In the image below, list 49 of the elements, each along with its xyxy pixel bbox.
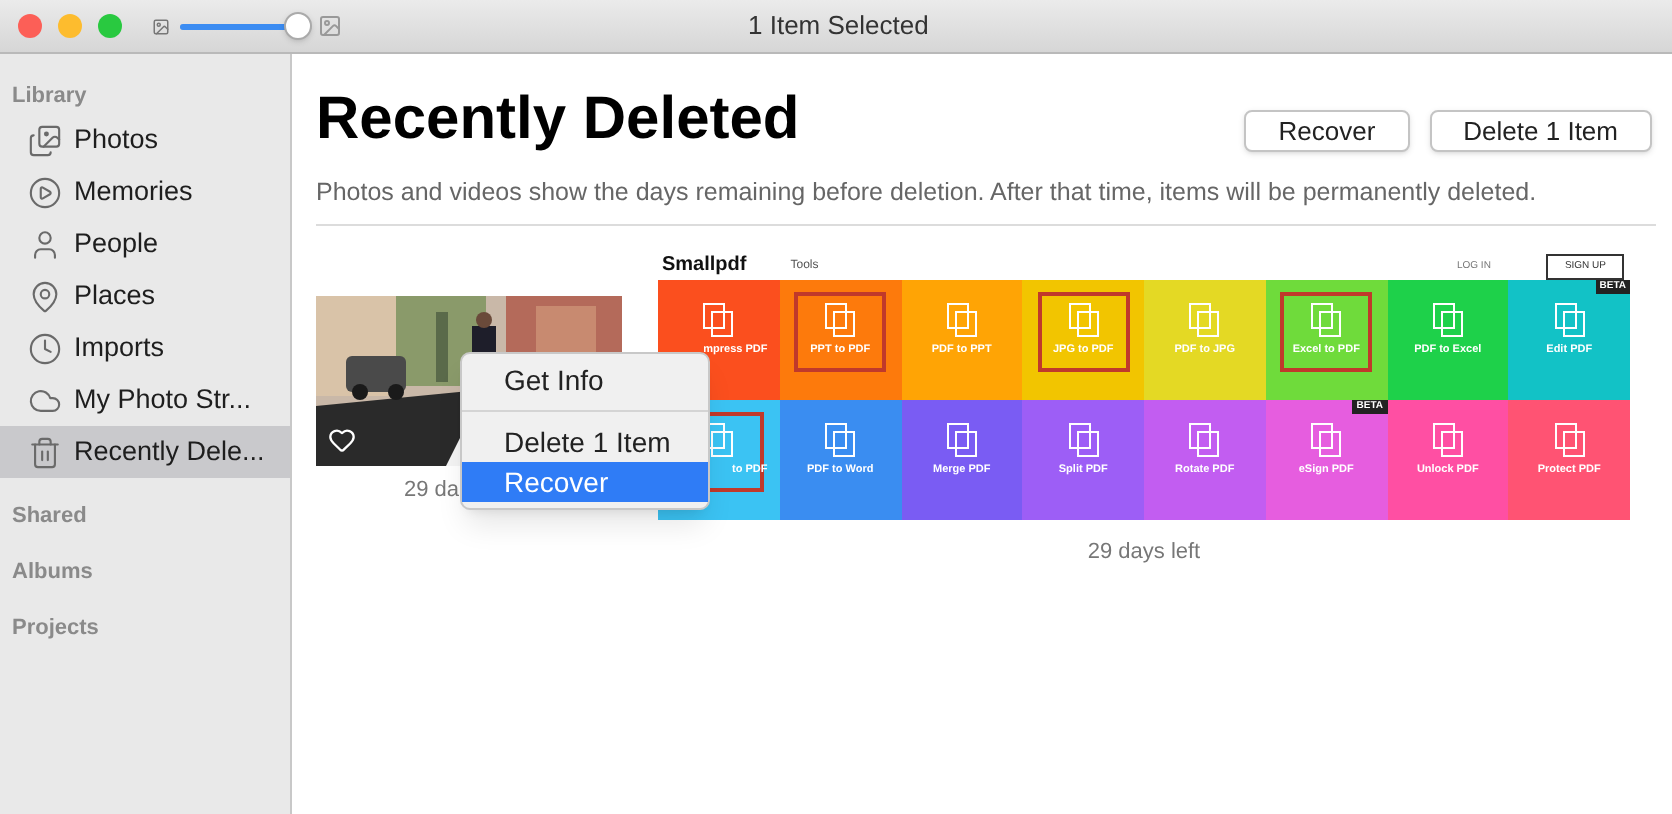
clock-icon xyxy=(28,331,62,365)
zoom-button[interactable] xyxy=(98,14,122,38)
document-icon xyxy=(702,301,735,338)
document-icon xyxy=(1067,301,1100,338)
large-photo-icon xyxy=(318,14,342,38)
delete-button[interactable]: Delete 1 Item xyxy=(1429,110,1652,152)
play-circle-icon xyxy=(28,175,62,209)
document-icon xyxy=(1067,421,1100,458)
recover-button[interactable]: Recover xyxy=(1244,110,1410,152)
pin-icon xyxy=(28,279,62,313)
sidebar-section-header: Shared xyxy=(10,502,89,532)
document-icon xyxy=(1310,421,1343,458)
sidebar-item[interactable]: People xyxy=(0,218,290,270)
description: Photos and videos show the days remaining before deletion. After that time, items will be permanently deleted. xyxy=(316,176,1539,210)
menu-item[interactable]: Get Info xyxy=(462,360,708,400)
sidebar-section-header: Albums xyxy=(10,558,95,588)
document-icon xyxy=(1553,421,1586,458)
person-icon xyxy=(28,227,62,261)
trash-icon xyxy=(28,435,62,469)
zoom-slider[interactable] xyxy=(180,12,312,40)
sidebar-item[interactable]: Photos xyxy=(0,114,290,166)
sidebar-item[interactable]: Imports xyxy=(0,322,290,374)
document-icon xyxy=(1188,301,1221,338)
photos-icon xyxy=(28,123,62,157)
window-title: 1 Item Selected xyxy=(748,8,929,45)
sidebar-item[interactable]: My Photo Str... xyxy=(0,374,290,426)
sidebar-item[interactable]: Places xyxy=(0,270,290,322)
document-icon xyxy=(1431,421,1464,458)
page-title: Recently Deleted xyxy=(316,84,800,156)
sidebar-item[interactable]: Memories xyxy=(0,166,290,218)
site-logo: Smallpdf xyxy=(662,256,747,277)
document-icon xyxy=(824,421,857,458)
sidebar-item[interactable]: Recently Dele... xyxy=(0,426,290,478)
menu-item[interactable]: Delete 1 Item xyxy=(462,422,708,462)
menu-item[interactable]: Recover xyxy=(462,462,708,502)
document-icon xyxy=(945,421,978,458)
heart-icon[interactable] xyxy=(328,425,356,454)
document-icon xyxy=(1188,421,1221,458)
document-icon xyxy=(945,301,978,338)
document-icon xyxy=(824,301,857,338)
sidebar-section-header: Library xyxy=(10,82,89,112)
small-photo-icon xyxy=(152,17,170,35)
days-left-label: 29 days left xyxy=(1087,537,1201,568)
sidebar-section-header: Projects xyxy=(10,614,101,644)
days-left-label: 29 da xyxy=(404,475,460,506)
close-button[interactable] xyxy=(18,14,42,38)
document-icon xyxy=(1431,301,1464,338)
document-icon xyxy=(1553,301,1586,338)
document-icon xyxy=(1310,301,1343,338)
